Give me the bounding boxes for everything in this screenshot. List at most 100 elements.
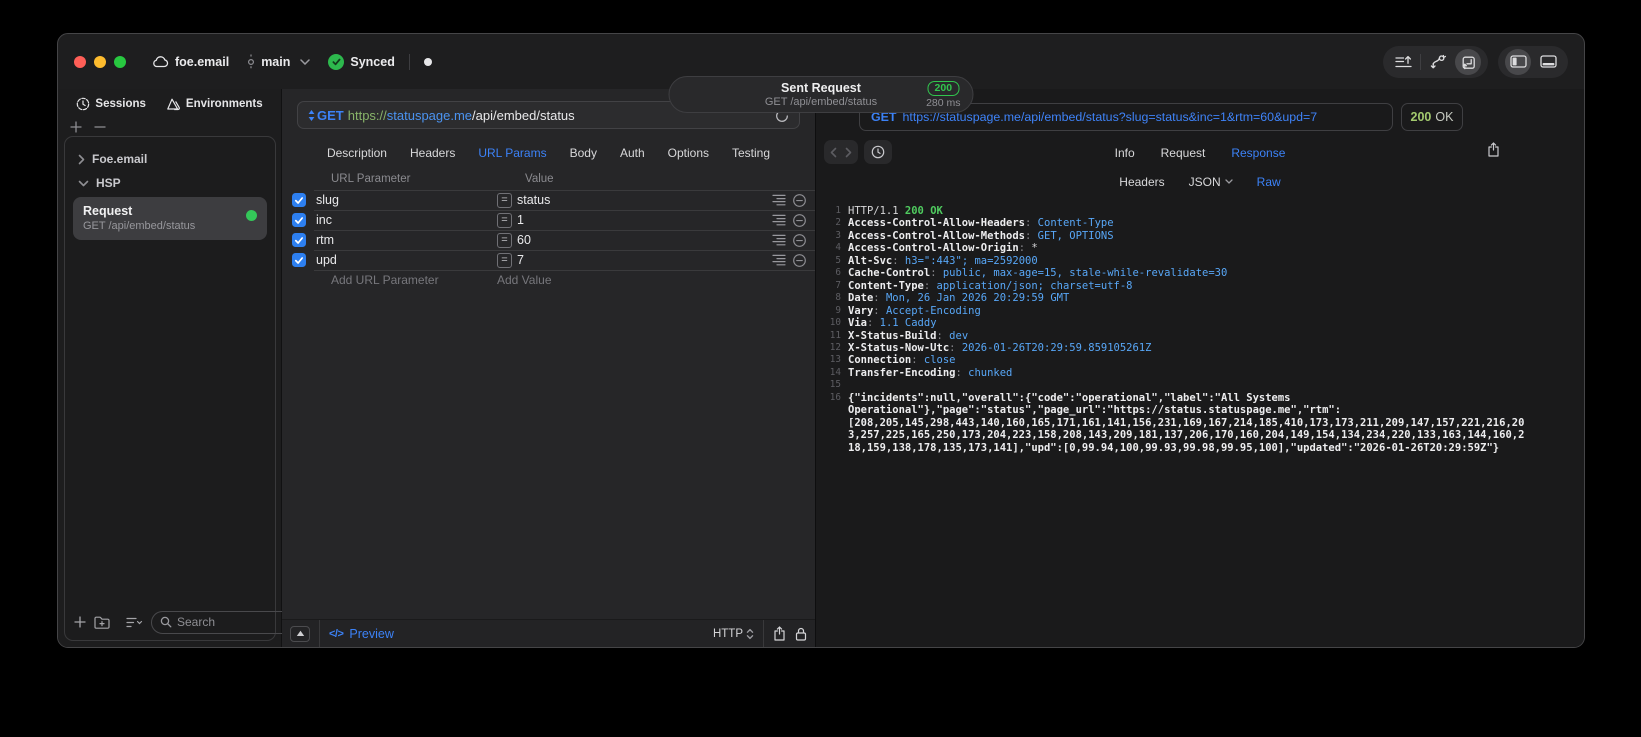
clock-icon: [76, 97, 90, 111]
sort-filter-button[interactable]: [126, 617, 143, 628]
request-list-button[interactable]: [1390, 49, 1416, 75]
row-menu-icon[interactable]: [772, 194, 786, 206]
row-menu-icon[interactable]: [772, 234, 786, 246]
tab-sessions[interactable]: Sessions: [76, 97, 146, 111]
method-selector[interactable]: GET: [308, 108, 344, 123]
request-list-item[interactable]: Request GET /api/embed/status: [73, 197, 267, 240]
history-nav: [824, 140, 892, 164]
response-body[interactable]: 1 HTTP/1.1 200 OK 2 Access-Control-Allow-He…: [816, 195, 1584, 647]
param-checkbox[interactable]: [292, 233, 306, 247]
desktop-background: foe.email main Synced Sent Request GET /…: [0, 0, 1641, 737]
add-request-button[interactable]: [74, 616, 86, 628]
app-window: foe.email main Synced Sent Request GET /…: [57, 33, 1585, 648]
subtab-headers[interactable]: Headers: [1119, 175, 1164, 189]
sync-branches-button[interactable]: [1425, 49, 1451, 75]
param-value[interactable]: 7: [517, 253, 772, 267]
params-header-row: URL Parameter Value: [282, 168, 815, 190]
protocol-label: HTTP: [712, 627, 743, 640]
close-button[interactable]: [74, 55, 86, 68]
add-param-row[interactable]: Add URL Parameter Add Value: [282, 270, 815, 290]
branch-selector[interactable]: main: [247, 54, 311, 70]
sync-status[interactable]: Synced: [328, 53, 395, 70]
tab-body[interactable]: Body: [570, 146, 597, 160]
response-line: 4 Access-Control-Allow-Origin: *: [824, 242, 1527, 254]
tab-request[interactable]: Request: [1161, 146, 1206, 160]
sidebar-footer: [65, 604, 341, 640]
request-footer-bar: </> Preview HTTP: [282, 619, 815, 647]
remove-row-icon[interactable]: [792, 213, 807, 228]
param-name[interactable]: upd: [316, 253, 497, 267]
tab-testing[interactable]: Testing: [732, 146, 770, 160]
request-status-pill[interactable]: Sent Request GET /api/embed/status 200 2…: [668, 76, 974, 113]
param-name[interactable]: rtm: [316, 233, 497, 247]
forward-icon[interactable]: [845, 147, 852, 158]
param-value[interactable]: status: [517, 193, 772, 207]
row-menu-icon[interactable]: [772, 214, 786, 226]
param-checkbox[interactable]: [292, 193, 306, 207]
response-line: 13 Connection: close: [824, 354, 1527, 366]
param-checkbox[interactable]: [292, 213, 306, 227]
response-line: 2 Access-Control-Allow-Headers: Content-T…: [824, 217, 1527, 229]
protocol-selector[interactable]: HTTP: [713, 628, 754, 640]
request-item-title: Request: [83, 204, 133, 218]
line-text: Access-Control-Allow-Headers: Content-Ty…: [848, 217, 1114, 230]
traffic-lights: [74, 55, 126, 68]
toggle-sidebar-button[interactable]: [1505, 48, 1531, 75]
line-number: 9: [835, 304, 841, 316]
param-name[interactable]: slug: [316, 193, 497, 207]
add-session-button[interactable]: [70, 121, 82, 133]
line-text: Access-Control-Allow-Methods: GET, OPTIO…: [848, 229, 1114, 242]
param-value[interactable]: 1: [517, 213, 772, 227]
project-menu[interactable]: foe.email: [152, 55, 229, 69]
param-row-actions: [772, 213, 807, 228]
response-line: 16 {"incidents":null,"overall":{"code":"o…: [824, 392, 1527, 454]
add-value-placeholder[interactable]: Add Value: [497, 273, 552, 287]
remove-row-icon[interactable]: [792, 253, 807, 268]
row-menu-icon[interactable]: [772, 254, 786, 266]
param-value[interactable]: 60: [517, 233, 772, 247]
synced-check-icon: [328, 53, 345, 70]
tab-description[interactable]: Description: [327, 146, 387, 160]
subtab-json[interactable]: JSON: [1189, 175, 1233, 189]
import-export-button[interactable]: [1455, 48, 1481, 75]
line-text: Date: Mon, 26 Jan 2026 20:29:59 GMT: [848, 292, 1070, 305]
param-checkbox[interactable]: [292, 253, 306, 267]
sessions-tree: Foe.email HSP Request GET /api/embed/sta…: [65, 137, 275, 604]
collapse-panel-button[interactable]: [290, 625, 310, 642]
tab-options[interactable]: Options: [668, 146, 709, 160]
preview-button[interactable]: </> Preview: [329, 627, 394, 641]
lock-icon[interactable]: [795, 627, 807, 641]
toggle-bottom-panel-button[interactable]: [1535, 49, 1561, 75]
share-icon[interactable]: [773, 626, 786, 641]
url-scheme: https://: [347, 107, 387, 123]
tab-headers[interactable]: Headers: [410, 146, 455, 160]
history-clock-icon[interactable]: [864, 140, 892, 164]
tab-url-params[interactable]: URL Params: [478, 146, 546, 160]
export-response-icon[interactable]: [1487, 142, 1500, 157]
tab-auth[interactable]: Auth: [620, 146, 645, 160]
chevron-down-icon: [1225, 179, 1233, 184]
remove-row-icon[interactable]: [792, 233, 807, 248]
response-line: 5 Alt-Svc: h3=":443"; ma=2592000: [824, 255, 1527, 267]
response-panel: GET https://statuspage.me/api/embed/stat…: [816, 89, 1584, 647]
fullscreen-button[interactable]: [114, 55, 126, 68]
minimize-button[interactable]: [94, 55, 106, 68]
tab-response[interactable]: Response: [1231, 146, 1285, 160]
add-url-parameter-placeholder[interactable]: Add URL Parameter: [331, 273, 439, 287]
param-name[interactable]: inc: [316, 213, 497, 227]
line-number: 12: [829, 341, 841, 353]
param-row-actions: [772, 233, 807, 248]
col-value: Value: [525, 173, 554, 185]
footer-separator: [763, 620, 764, 647]
tab-info[interactable]: Info: [1115, 146, 1135, 160]
param-row: slug = status: [282, 190, 815, 210]
tab-environments[interactable]: Environments: [166, 98, 263, 111]
group-hsp[interactable]: HSP: [70, 171, 270, 195]
subtab-raw[interactable]: Raw: [1257, 175, 1281, 189]
group-foe-email[interactable]: Foe.email: [70, 147, 270, 171]
remove-session-button[interactable]: [94, 121, 106, 133]
url-editor[interactable]: https://statuspage.me/api/embed/status: [348, 108, 575, 123]
remove-row-icon[interactable]: [792, 193, 807, 208]
new-folder-button[interactable]: [94, 616, 110, 629]
back-icon[interactable]: [830, 147, 837, 158]
